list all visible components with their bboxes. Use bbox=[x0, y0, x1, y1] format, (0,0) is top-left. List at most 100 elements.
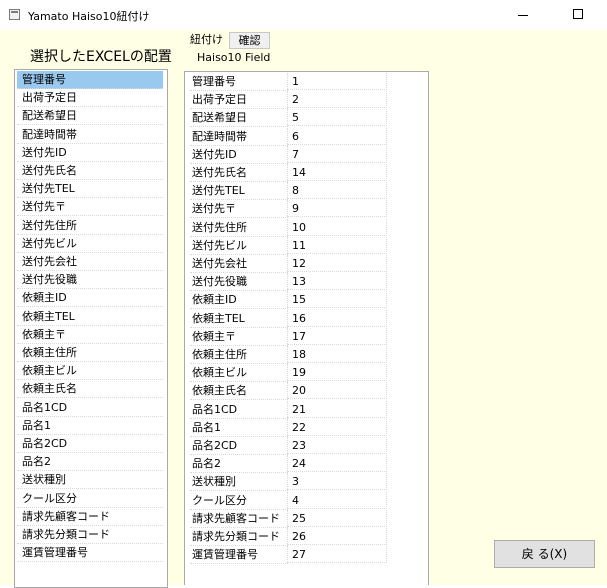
maximize-icon[interactable] bbox=[573, 9, 583, 19]
list-item[interactable]: 請求先分類コード bbox=[17, 526, 163, 544]
list-item[interactable]: 送状種別 bbox=[17, 471, 163, 490]
list-item[interactable]: 送付先TEL bbox=[17, 180, 163, 199]
field-number-cell[interactable]: 20 bbox=[287, 382, 387, 400]
row-name-cell: 配送希望日 bbox=[190, 109, 288, 128]
field-number-cell[interactable]: 9 bbox=[287, 200, 387, 218]
row-name-cell: 依頼主住所 bbox=[190, 346, 288, 364]
table-row: 依頼主〒 17 bbox=[190, 327, 387, 346]
row-name-cell: 送付先氏名 bbox=[190, 164, 288, 182]
field-number-cell[interactable]: 18 bbox=[287, 346, 387, 363]
field-number-cell[interactable]: 6 bbox=[287, 127, 387, 145]
row-name-cell: 出荷予定日 bbox=[190, 91, 288, 110]
field-number-cell[interactable]: 12 bbox=[287, 255, 387, 272]
table-row: 請求先分類コード 26 bbox=[190, 528, 387, 546]
list-item[interactable]: 送付先〒 bbox=[17, 198, 163, 217]
field-number-cell[interactable]: 27 bbox=[287, 546, 387, 564]
excel-column-list[interactable]: 管理番号 出荷予定日 配送希望日 配達時間帯 送付先ID 送付先氏名 送付先TEL 送付先〒送… bbox=[14, 69, 168, 588]
row-name-cell: 運賃管理番号 bbox=[190, 546, 288, 565]
field-number-cell[interactable]: 5 bbox=[287, 109, 387, 127]
window-title: Yamato Haiso10紐付け bbox=[28, 10, 150, 23]
title-bar: Yamato Haiso10紐付け bbox=[0, 0, 607, 30]
field-number-cell[interactable]: 14 bbox=[287, 164, 387, 181]
row-name-cell: 送付先ビル bbox=[190, 236, 288, 255]
row-name-cell: 請求先分類コード bbox=[190, 528, 288, 546]
list-item[interactable]: 依頼主ID bbox=[17, 289, 163, 308]
field-number-cell[interactable]: 8 bbox=[287, 182, 387, 200]
app-window-icon[interactable] bbox=[9, 9, 20, 20]
row-name-cell: 依頼主TEL bbox=[190, 309, 288, 328]
list-item[interactable]: 品名1 bbox=[17, 417, 163, 435]
row-name-cell: 品名1 bbox=[190, 418, 288, 437]
list-item[interactable]: 依頼主住所 bbox=[17, 344, 163, 362]
row-name-cell: 依頼主氏名 bbox=[190, 382, 288, 401]
mapping-header: Haiso10 Field bbox=[197, 51, 271, 64]
table-row: 出荷予定日 2 bbox=[190, 91, 387, 110]
field-number-cell[interactable]: 17 bbox=[287, 327, 387, 345]
list-item[interactable]: 依頼主〒 bbox=[17, 326, 163, 344]
field-number-cell[interactable]: 19 bbox=[287, 364, 387, 382]
table-row: 請求先顧客コード 25 bbox=[190, 509, 387, 528]
table-row: 品名1 22 bbox=[190, 418, 387, 437]
list-item[interactable]: 配達時間帯 bbox=[17, 126, 163, 144]
list-item[interactable]: 送付先住所 bbox=[17, 217, 163, 235]
row-name-cell: クール区分 bbox=[190, 491, 288, 510]
field-number-cell[interactable]: 2 bbox=[287, 91, 387, 109]
list-item[interactable]: 配送希望日 bbox=[17, 107, 163, 126]
row-name-cell: 送付先ID bbox=[190, 145, 288, 164]
field-number-cell[interactable]: 13 bbox=[287, 273, 387, 291]
table-row: 品名2 24 bbox=[190, 455, 387, 474]
row-name-cell: 送付先役職 bbox=[190, 273, 288, 292]
field-number-cell[interactable]: 22 bbox=[287, 418, 387, 436]
field-number-cell[interactable]: 25 bbox=[287, 509, 387, 527]
field-number-cell[interactable]: 10 bbox=[287, 218, 387, 236]
list-item[interactable]: 依頼主ビル bbox=[17, 362, 163, 381]
list-item[interactable]: 依頼主TEL bbox=[17, 308, 163, 326]
table-row: 送付先ビル 11 bbox=[190, 236, 387, 255]
list-item[interactable]: 送付先氏名 bbox=[17, 162, 163, 180]
minimize-icon[interactable] bbox=[518, 15, 528, 16]
tab-confirm[interactable]: 確認 bbox=[229, 32, 270, 49]
list-item[interactable]: 品名2 bbox=[17, 453, 163, 472]
field-number-cell[interactable]: 24 bbox=[287, 455, 387, 473]
field-number-cell[interactable]: 23 bbox=[287, 437, 387, 454]
list-item[interactable]: 送付先役職 bbox=[17, 271, 163, 290]
table-row: 送付先〒 9 bbox=[190, 200, 387, 219]
field-number-cell[interactable]: 26 bbox=[287, 528, 387, 545]
table-row: 品名2CD 23 bbox=[190, 437, 387, 455]
back-button[interactable]: 戻 る(X) bbox=[494, 540, 595, 568]
list-item[interactable]: 管理番号 bbox=[17, 71, 163, 89]
list-item[interactable]: 依頼主氏名 bbox=[17, 380, 163, 399]
mapping-grid: 管理番号 1 出荷予定日 2 配送希望日 5 配達時間帯 6 送付先ID 7 送付先氏名 14 送付先T… bbox=[184, 71, 429, 585]
row-name-cell: 送付先TEL bbox=[190, 182, 288, 201]
table-row: 配送希望日 5 bbox=[190, 109, 387, 128]
field-number-cell[interactable]: 16 bbox=[287, 309, 387, 327]
list-item[interactable]: 品名2CD bbox=[17, 435, 163, 453]
row-name-cell: 品名1CD bbox=[190, 400, 288, 419]
list-item[interactable]: 送付先会社 bbox=[17, 253, 163, 271]
field-number-cell[interactable]: 11 bbox=[287, 236, 387, 254]
field-number-cell[interactable]: 15 bbox=[287, 291, 387, 309]
list-item[interactable]: 送付先ID bbox=[17, 144, 163, 162]
table-row: 送付先TEL 8 bbox=[190, 182, 387, 201]
field-number-cell[interactable]: 3 bbox=[287, 473, 387, 491]
row-name-cell: 送付先〒 bbox=[190, 200, 288, 219]
row-name-cell: 送付先会社 bbox=[190, 255, 288, 273]
tab-link[interactable]: 紐付け bbox=[184, 31, 229, 48]
row-name-cell: 品名2 bbox=[190, 455, 288, 474]
field-number-cell[interactable]: 7 bbox=[287, 145, 387, 163]
table-row: 送付先ID 7 bbox=[190, 145, 387, 164]
left-panel-heading: 選択したEXCELの配置 bbox=[30, 49, 172, 65]
table-row: クール区分 4 bbox=[190, 491, 387, 510]
field-number-cell[interactable]: 21 bbox=[287, 400, 387, 418]
field-number-cell[interactable]: 4 bbox=[287, 491, 387, 509]
table-row: 依頼主ビル 19 bbox=[190, 364, 387, 383]
list-item[interactable]: 運賃管理番号 bbox=[17, 544, 163, 563]
field-number-cell[interactable]: 1 bbox=[287, 73, 387, 90]
list-item[interactable]: 送付先ビル bbox=[17, 235, 163, 253]
list-item[interactable]: 請求先顧客コード bbox=[17, 508, 163, 526]
table-row: 送付先役職 13 bbox=[190, 273, 387, 292]
list-item[interactable]: 品名1CD bbox=[17, 399, 163, 417]
list-item[interactable]: クール区分 bbox=[17, 490, 163, 508]
table-row: 管理番号 1 bbox=[190, 73, 387, 91]
list-item[interactable]: 出荷予定日 bbox=[17, 89, 163, 108]
